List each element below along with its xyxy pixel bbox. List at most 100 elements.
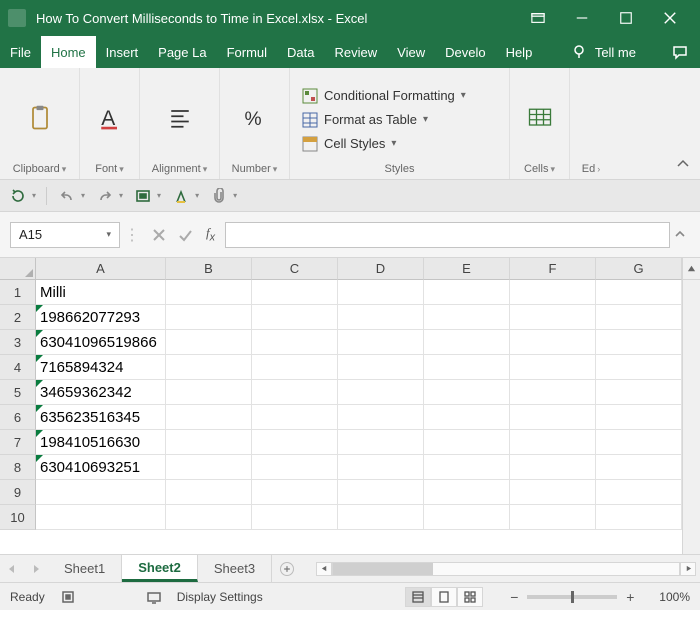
cell[interactable] [424,380,510,405]
menu-tab-review[interactable]: Review [325,36,388,68]
minimize-button[interactable] [560,0,604,36]
vertical-scrollbar[interactable] [682,258,700,554]
cell[interactable] [338,305,424,330]
menu-tab-view[interactable]: View [387,36,435,68]
horizontal-scrollbar[interactable] [312,555,700,582]
menu-tab-home[interactable]: Home [41,36,96,68]
cell[interactable] [424,430,510,455]
column-header[interactable]: C [252,258,338,280]
cell[interactable] [166,505,252,530]
cells-button[interactable] [520,100,560,136]
cell[interactable]: 34659362342 [36,380,166,405]
cell[interactable] [596,330,682,355]
undo-icon[interactable] [57,186,77,206]
feedback-icon[interactable] [672,44,688,60]
column-header[interactable]: D [338,258,424,280]
cell[interactable] [596,505,682,530]
cell[interactable] [252,355,338,380]
cell[interactable] [510,430,596,455]
cell[interactable] [424,330,510,355]
cell[interactable] [36,480,166,505]
cell[interactable] [338,455,424,480]
sheet-nav-next-icon[interactable] [24,555,48,582]
page-break-view-button[interactable] [457,587,483,607]
redo-icon[interactable] [95,186,115,206]
conditional-formatting-button[interactable]: Conditional Formatting▾ [298,85,470,107]
cell[interactable] [596,455,682,480]
cell[interactable] [166,455,252,480]
cell[interactable] [338,430,424,455]
menu-tab-file[interactable]: File [0,36,41,68]
cell[interactable] [252,480,338,505]
cell[interactable]: 198662077293 [36,305,166,330]
cell[interactable] [596,355,682,380]
fx-label[interactable]: fx [200,225,221,244]
cell[interactable] [510,330,596,355]
cell[interactable] [252,380,338,405]
enter-formula-icon[interactable] [178,228,192,242]
cell[interactable] [424,480,510,505]
cell[interactable] [166,430,252,455]
ribbon-display-options-icon[interactable] [516,0,560,36]
cell[interactable] [252,280,338,305]
row-header[interactable]: 5 [0,380,36,405]
cell[interactable] [338,380,424,405]
cell[interactable]: 7165894324 [36,355,166,380]
cell[interactable]: 198410516630 [36,430,166,455]
cell[interactable] [338,480,424,505]
menu-tab-formul[interactable]: Formul [217,36,277,68]
menu-tab-data[interactable]: Data [277,36,324,68]
zoom-out-button[interactable]: − [507,589,521,605]
row-header[interactable]: 2 [0,305,36,330]
row-header[interactable]: 4 [0,355,36,380]
cell[interactable] [510,305,596,330]
cell[interactable] [596,405,682,430]
normal-view-button[interactable] [405,587,431,607]
cell[interactable] [252,305,338,330]
cell[interactable]: 630410693251 [36,455,166,480]
cell[interactable] [510,280,596,305]
zoom-slider[interactable]: − + [507,589,637,605]
paste-button[interactable] [20,100,60,136]
menu-tab-develo[interactable]: Develo [435,36,495,68]
font-button[interactable]: A [90,100,130,136]
cell[interactable] [166,305,252,330]
select-all-corner[interactable] [0,258,36,280]
attach-icon[interactable] [209,186,229,206]
number-button[interactable]: % [235,100,275,136]
sheet-nav-prev-icon[interactable] [0,555,24,582]
cell[interactable] [596,480,682,505]
collapse-ribbon-button[interactable] [676,157,694,175]
cell[interactable] [338,330,424,355]
zoom-in-button[interactable]: + [623,589,637,605]
cell[interactable] [424,305,510,330]
macro-record-icon[interactable] [59,588,77,606]
formula-input[interactable] [225,222,670,248]
sheet-tab[interactable]: Sheet3 [198,555,272,582]
cell[interactable] [424,455,510,480]
cell[interactable] [252,430,338,455]
sheet-tab[interactable]: Sheet2 [122,555,198,582]
row-header[interactable]: 7 [0,430,36,455]
column-header[interactable]: A [36,258,166,280]
new-sheet-button[interactable] [272,555,302,582]
cell[interactable] [424,355,510,380]
cell[interactable] [166,280,252,305]
column-header[interactable]: E [424,258,510,280]
cell[interactable] [166,330,252,355]
cell[interactable] [596,430,682,455]
cell[interactable] [166,355,252,380]
menu-tab-pagela[interactable]: Page La [148,36,216,68]
cell[interactable] [252,330,338,355]
row-header[interactable]: 6 [0,405,36,430]
cell[interactable] [252,505,338,530]
format-as-table-button[interactable]: Format as Table▾ [298,109,470,131]
cancel-formula-icon[interactable] [152,228,166,242]
maximize-button[interactable] [604,0,648,36]
cell[interactable] [338,405,424,430]
name-box[interactable]: A15 ▾ [10,222,120,248]
cell[interactable] [166,380,252,405]
cell[interactable] [166,480,252,505]
cell[interactable] [338,505,424,530]
sheet-tab[interactable]: Sheet1 [48,555,122,582]
